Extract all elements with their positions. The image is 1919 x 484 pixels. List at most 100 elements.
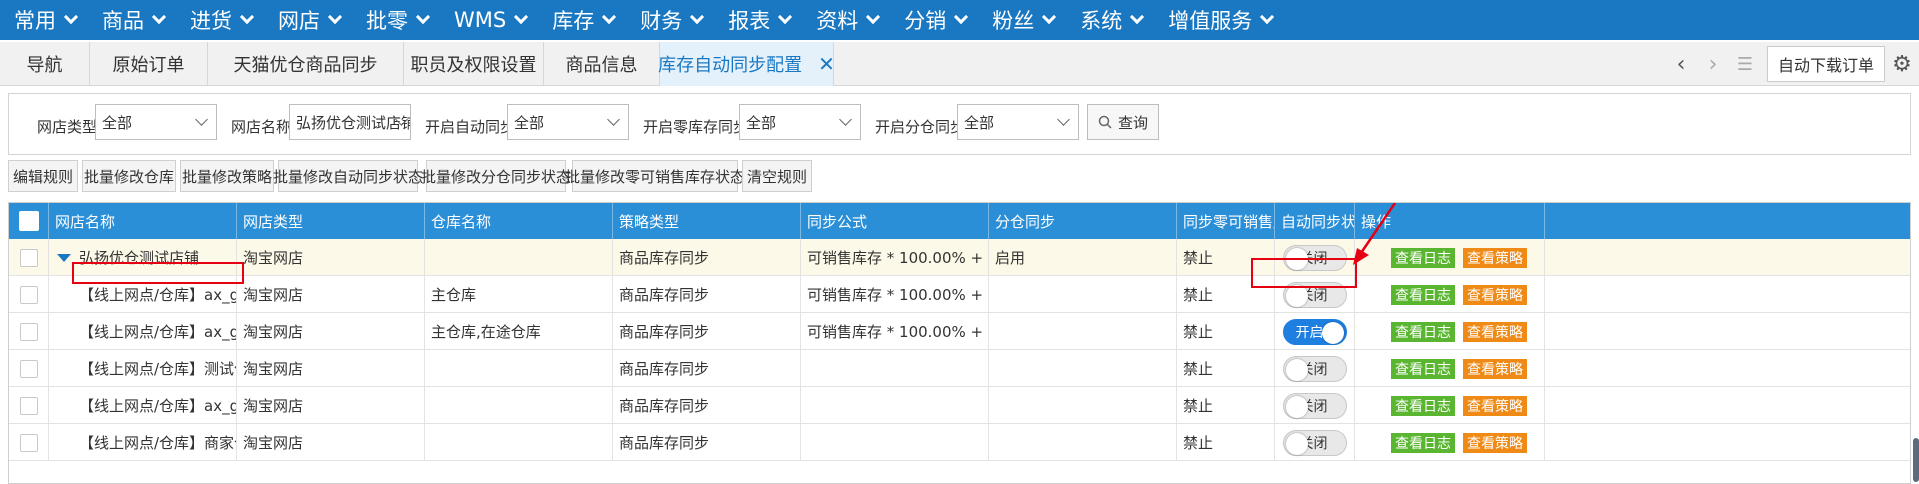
table-row[interactable]: 【线上网点/仓库】测试优...淘宝网店商品库存同步禁止关闭查看日志查看策略 [9,350,1910,387]
view-log-button[interactable]: 查看日志 [1391,395,1455,416]
nav-label: 网店 [278,9,320,33]
close-icon[interactable]: ✕ [818,52,835,76]
row-checkbox[interactable] [19,248,38,267]
col-strategy[interactable]: 策略类型 [613,203,801,239]
cell-type: 淘宝网店 [237,313,425,350]
auto-sync-toggle[interactable]: 关闭 [1282,392,1347,419]
col-split-sync[interactable]: 分仓同步 [989,203,1177,239]
nav-item[interactable]: 增值服务 [1168,0,1275,40]
store-type-select[interactable]: 全部 [95,104,217,140]
table-row[interactable]: 【线上网点/仓库】ax_gjp0... 淘宝网店 主仓库,在途仓库 商品库存同步 可销售… [9,313,1910,350]
nav-item[interactable]: WMS [454,0,529,40]
batch-edit-warehouse-sync-button[interactable]: 批量修改分仓同步状态 [421,160,571,192]
col-warehouse[interactable]: 仓库名称 [425,203,613,239]
next-tab-icon[interactable]: › [1697,42,1729,86]
cell-text: 淘宝网店 [243,360,304,378]
checkbox[interactable] [18,211,39,231]
batch-edit-auto-sync-button[interactable]: 批量修改自动同步状态 [273,160,423,192]
col-formula[interactable]: 同步公式 [801,203,989,239]
chevron-down-icon [327,9,343,25]
cell-split [989,313,1177,350]
clear-rules-button[interactable]: 清空规则 [742,160,812,192]
view-strategy-button[interactable]: 查看策略 [1463,395,1527,416]
view-log-button[interactable]: 查看日志 [1391,358,1455,379]
nav-item[interactable]: 资料 [816,0,881,40]
row-checkbox[interactable] [19,285,38,304]
row-checkbox[interactable] [19,433,38,452]
tab-label: 职员及权限设置 [410,55,537,76]
batch-edit-strategy-button[interactable]: 批量修改策略 [180,160,274,192]
batch-edit-zero-stock-button[interactable]: 批量修改零可销售库存状态 [565,160,745,192]
view-log-button[interactable]: 查看日志 [1391,432,1455,453]
tab-product-info[interactable]: 商品信息 [544,42,660,86]
cell-zero: 禁止 [1177,350,1275,387]
cell-warehouse [425,350,613,387]
select-all-checkbox[interactable] [9,203,49,239]
col-auto-sync[interactable]: 自动同步状态 [1275,203,1355,239]
row-checkbox[interactable] [19,396,38,415]
row-checkbox[interactable] [19,322,38,341]
chevron-down-icon [151,9,167,25]
table-row[interactable]: 弘扬优仓测试店铺淘宝网店商品库存同步可销售库存 * 100.00% + 555.… [9,239,1910,276]
auto-sync-toggle[interactable]: 开启 [1282,318,1347,345]
auto-sync-toggle[interactable]: 关闭 [1282,429,1347,456]
tab-tmall-sync[interactable]: 天猫优仓商品同步 [208,42,404,86]
cell-auto-sync: 关闭 [1275,350,1355,387]
select-value: 全部 [964,113,995,132]
tab-inventory-sync-config[interactable]: 库存自动同步配置 ✕ [658,42,835,86]
prev-tab-icon[interactable]: ‹ [1665,42,1697,86]
tab-navigation[interactable]: 导航 [0,42,90,86]
nav-item[interactable]: 系统 [1080,0,1145,40]
edit-rule-button[interactable]: 编辑规则 [8,160,78,192]
nav-item[interactable]: 库存 [552,0,617,40]
cell-auto-sync: 关闭 [1275,424,1355,461]
row-select-cell [9,313,49,350]
vertical-scrollbar[interactable] [1913,438,1919,482]
nav-item[interactable]: 网店 [278,0,343,40]
zero-sync-select[interactable]: 全部 [739,104,861,140]
query-button[interactable]: 查询 [1087,104,1160,140]
auto-sync-toggle[interactable]: 关闭 [1282,355,1347,382]
tab-label: 商品信息 [565,55,638,76]
table-row[interactable]: 【线上网点/仓库】商家仓01淘宝网店商品库存同步禁止关闭查看日志查看策略 [9,424,1910,461]
view-strategy-button[interactable]: 查看策略 [1463,284,1527,305]
nav-label: 粉丝 [992,9,1035,33]
table-row[interactable]: 【线上网点/仓库】ax_gjp0...淘宝网店商品库存同步禁止关闭查看日志查看策… [9,387,1910,424]
view-strategy-button[interactable]: 查看策略 [1463,247,1527,268]
auto-sync-select[interactable]: 全部 [507,104,629,140]
tab-staff-permissions[interactable]: 职员及权限设置 [404,42,544,86]
warehouse-sync-select[interactable]: 全部 [957,104,1079,140]
col-store-type[interactable]: 网店类型 [237,203,425,239]
nav-item[interactable]: 粉丝 [992,0,1057,40]
col-store-name[interactable]: 网店名称 [49,203,237,239]
view-strategy-button[interactable]: 查看策略 [1463,432,1527,453]
nav-item[interactable]: 报表 [728,0,793,40]
nav-item[interactable]: 财务 [640,0,705,40]
tab-original-orders[interactable]: 原始订单 [90,42,208,86]
tab-list-icon[interactable]: ☰ [1729,42,1761,86]
cell-type: 淘宝网店 [237,276,425,313]
col-zero-stock[interactable]: 同步零可销售库存 [1177,203,1275,239]
expand-icon[interactable] [57,253,71,262]
view-log-button[interactable]: 查看日志 [1391,284,1455,305]
nav-item[interactable]: 批零 [366,0,431,40]
nav-item[interactable]: 商品 [102,0,167,40]
row-checkbox[interactable] [19,359,38,378]
store-name-select[interactable]: 弘扬优仓测试店铺 [289,104,411,140]
cell-zero: 禁止 [1177,387,1275,424]
view-strategy-button[interactable]: 查看策略 [1463,321,1527,342]
chevron-down-icon [602,9,617,25]
nav-item[interactable]: 常用 [14,0,79,40]
table-row[interactable]: 【线上网点/仓库】ax_gjpt... 淘宝网店 主仓库 商品库存同步 可销售库存 * … [9,276,1910,313]
view-log-button[interactable]: 查看日志 [1391,321,1455,342]
auto-download-orders-button[interactable]: 自动下载订单 [1766,46,1885,82]
batch-edit-warehouse-button[interactable]: 批量修改仓库 [82,160,176,192]
view-strategy-button[interactable]: 查看策略 [1463,358,1527,379]
chevron-down-icon [239,9,255,25]
store-type-label: 网店类型 [37,118,98,136]
gear-icon[interactable]: ⚙ [1885,42,1919,86]
nav-item[interactable]: 进货 [190,0,255,40]
chevron-down-icon [607,113,620,126]
nav-item[interactable]: 分销 [904,0,969,40]
arrow-annotation-icon [1353,203,1397,265]
